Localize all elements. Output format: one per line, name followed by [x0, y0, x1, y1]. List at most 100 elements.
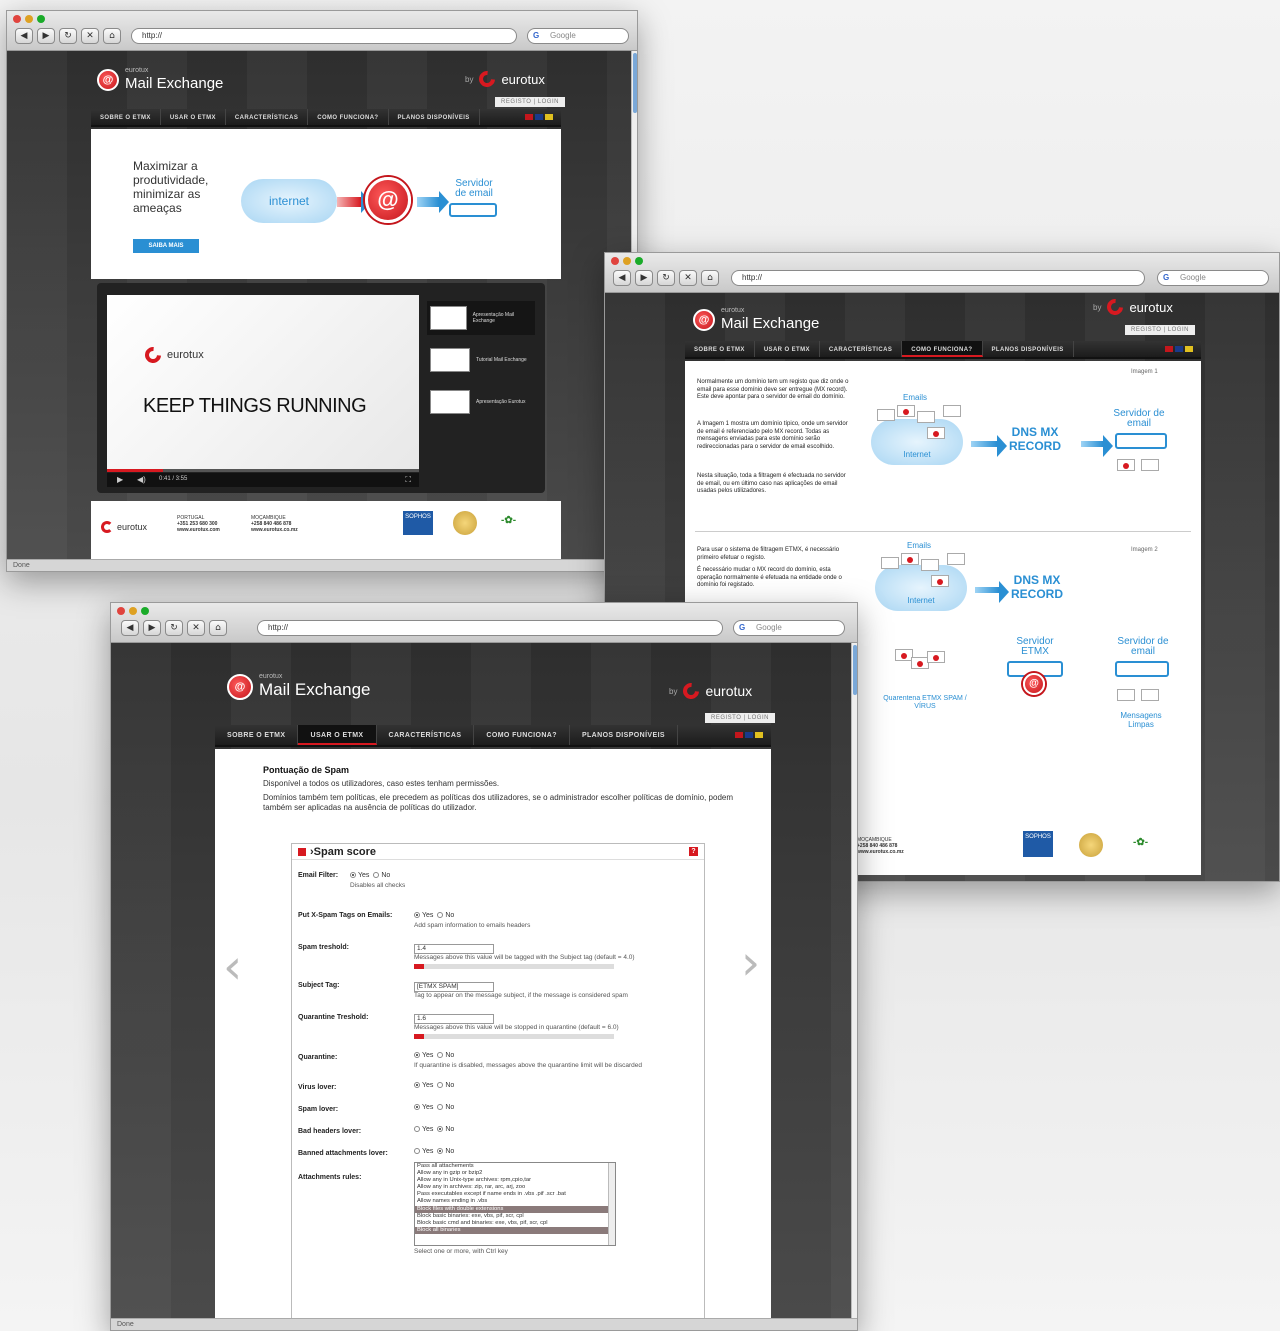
attachment-rule-option[interactable]: Pass executables except if name ends in …	[415, 1191, 615, 1198]
attachment-rule-option[interactable]: Allow any in archives: zip, rar, arc, ar…	[415, 1184, 615, 1191]
address-bar[interactable]: http://	[731, 270, 1145, 286]
flag-es-icon[interactable]	[545, 114, 553, 120]
bad-headers-lover-no-radio[interactable]	[437, 1126, 444, 1133]
volume-icon[interactable]: ◀)	[137, 475, 146, 484]
fullscreen-icon[interactable]: ⛶	[405, 475, 411, 485]
site-logo[interactable]: @ eurotux Mail Exchange	[227, 673, 371, 700]
menu-como-funciona[interactable]: COMO FUNCIONA?	[902, 341, 983, 357]
video-screen[interactable]: eurotux KEEP THINGS RUNNING	[107, 295, 419, 471]
listbox-scrollbar[interactable]	[608, 1163, 615, 1245]
attachment-rule-option[interactable]: Allow any in gzip or bzip2	[415, 1170, 615, 1177]
zoom-window-button[interactable]	[37, 15, 45, 23]
search-field[interactable]: G Google	[1157, 270, 1269, 286]
attachment-rule-option[interactable]: Pass all attachements	[415, 1163, 615, 1170]
forward-icon[interactable]: ▶	[635, 270, 653, 286]
menu-sobre[interactable]: SOBRE O ETMX	[91, 109, 161, 125]
attachment-rule-option[interactable]: Block basic cmd and binaries: exe, vbs, …	[415, 1220, 615, 1227]
zoom-window-button[interactable]	[141, 607, 149, 615]
menu-planos[interactable]: PLANOS DISPONÍVEIS	[983, 341, 1074, 357]
registo-login-link[interactable]: REGISTO | LOGIN	[705, 713, 775, 723]
menu-caracteristicas[interactable]: CARACTERÍSTICAS	[820, 341, 903, 357]
home-icon[interactable]: ⌂	[103, 28, 121, 44]
stop-icon[interactable]: ✕	[81, 28, 99, 44]
forward-icon[interactable]: ▶	[143, 620, 161, 636]
minimize-window-button[interactable]	[129, 607, 137, 615]
forward-icon[interactable]: ▶	[37, 28, 55, 44]
menu-como-funciona[interactable]: COMO FUNCIONA?	[474, 725, 570, 745]
site-logo[interactable]: @ eurotux Mail Exchange	[693, 307, 819, 333]
menu-planos[interactable]: PLANOS DISPONÍVEIS	[570, 725, 678, 745]
home-icon[interactable]: ⌂	[209, 620, 227, 636]
close-window-button[interactable]	[13, 15, 21, 23]
virus-lover-yes-radio[interactable]	[414, 1082, 420, 1089]
menu-usar[interactable]: USAR O ETMX	[298, 725, 377, 745]
bad-headers-lover-yes-radio[interactable]	[414, 1126, 420, 1133]
address-bar[interactable]: http://	[131, 28, 517, 44]
flag-pt-icon[interactable]	[1165, 346, 1173, 352]
eurotux-logo[interactable]: by eurotux	[465, 67, 545, 91]
minimize-window-button[interactable]	[623, 257, 631, 265]
flag-uk-icon[interactable]	[1175, 346, 1183, 352]
saiba-mais-button[interactable]: SAIBA MAIS	[133, 239, 199, 253]
search-field[interactable]: G Google	[527, 28, 629, 44]
play-icon[interactable]: ▶	[117, 475, 123, 484]
quarantine-treshold-input[interactable]: 1.6	[414, 1014, 494, 1024]
flag-es-icon[interactable]	[1185, 346, 1193, 352]
close-window-button[interactable]	[611, 257, 619, 265]
menu-como-funciona[interactable]: COMO FUNCIONA?	[308, 109, 389, 125]
registo-login-link[interactable]: REGISTO | LOGIN	[1125, 325, 1195, 335]
back-icon[interactable]: ◀	[121, 620, 139, 636]
close-window-button[interactable]	[117, 607, 125, 615]
flag-es-icon[interactable]	[755, 732, 763, 738]
zoom-window-button[interactable]	[635, 257, 643, 265]
subject-tag-input[interactable]: [ETMX SPAM]	[414, 982, 494, 992]
address-bar[interactable]: http://	[257, 620, 723, 636]
flag-pt-icon[interactable]	[735, 732, 743, 738]
minimize-window-button[interactable]	[25, 15, 33, 23]
registo-login-link[interactable]: REGISTO | LOGIN	[495, 97, 565, 107]
attachment-rule-option[interactable]: Allow any in Unix-type archives: rpm,cpi…	[415, 1177, 615, 1184]
menu-sobre[interactable]: SOBRE O ETMX	[215, 725, 299, 745]
menu-sobre[interactable]: SOBRE O ETMX	[685, 341, 755, 357]
attachment-rule-option[interactable]: Allow names ending in .vbs	[415, 1198, 615, 1205]
attachment-rule-option[interactable]: Block all binaries	[415, 1226, 615, 1234]
playlist-item[interactable]: Apresentação Mail Exchange	[427, 301, 535, 335]
help-icon[interactable]: ?	[689, 847, 698, 856]
menu-caracteristicas[interactable]: CARACTERÍSTICAS	[226, 109, 309, 125]
footer-mz-site[interactable]: www.eurotux.co.mz	[251, 527, 298, 533]
email-filter-yes-radio[interactable]	[350, 872, 356, 879]
stop-icon[interactable]: ✕	[187, 620, 205, 636]
flag-uk-icon[interactable]	[745, 732, 753, 738]
menu-planos[interactable]: PLANOS DISPONÍVEIS	[389, 109, 480, 125]
site-logo[interactable]: @ eurotux Mail Exchange	[97, 67, 223, 93]
flag-pt-icon[interactable]	[525, 114, 533, 120]
playlist-item[interactable]: Tutorial Mail Exchange	[427, 343, 535, 377]
spam-lover-no-radio[interactable]	[437, 1104, 444, 1111]
spam-lover-yes-radio[interactable]	[414, 1104, 420, 1111]
menu-caracteristicas[interactable]: CARACTERÍSTICAS	[377, 725, 475, 745]
eurotux-logo[interactable]: by eurotux	[1093, 295, 1173, 319]
stop-icon[interactable]: ✕	[679, 270, 697, 286]
reload-icon[interactable]: ↻	[59, 28, 77, 44]
attachment-rule-option[interactable]: Block files with double extensions	[415, 1205, 615, 1213]
menu-usar[interactable]: USAR O ETMX	[161, 109, 226, 125]
page-scrollbar[interactable]	[851, 643, 857, 1318]
reload-icon[interactable]: ↻	[165, 620, 183, 636]
spam-treshold-input[interactable]: 1.4	[414, 944, 494, 954]
attachment-rule-option[interactable]: Block basic binaries: exe, vbs, pif, scr…	[415, 1213, 615, 1220]
xspam-no-radio[interactable]	[437, 912, 444, 919]
chevron-right-icon[interactable]: ›	[741, 939, 760, 987]
virus-lover-no-radio[interactable]	[437, 1082, 444, 1089]
home-icon[interactable]: ⌂	[701, 270, 719, 286]
reload-icon[interactable]: ↻	[657, 270, 675, 286]
attachments-rules-list[interactable]: Pass all attachements Allow any in gzip o…	[414, 1162, 616, 1246]
back-icon[interactable]: ◀	[613, 270, 631, 286]
back-icon[interactable]: ◀	[15, 28, 33, 44]
footer-pt-site[interactable]: www.eurotux.com	[177, 527, 220, 533]
banned-lover-yes-radio[interactable]	[414, 1148, 420, 1155]
banned-lover-no-radio[interactable]	[437, 1148, 444, 1155]
menu-usar[interactable]: USAR O ETMX	[755, 341, 820, 357]
email-filter-no-radio[interactable]	[373, 872, 380, 879]
playlist-item[interactable]: Apresentação Eurotux	[427, 385, 535, 419]
video-progress[interactable]	[107, 469, 419, 472]
